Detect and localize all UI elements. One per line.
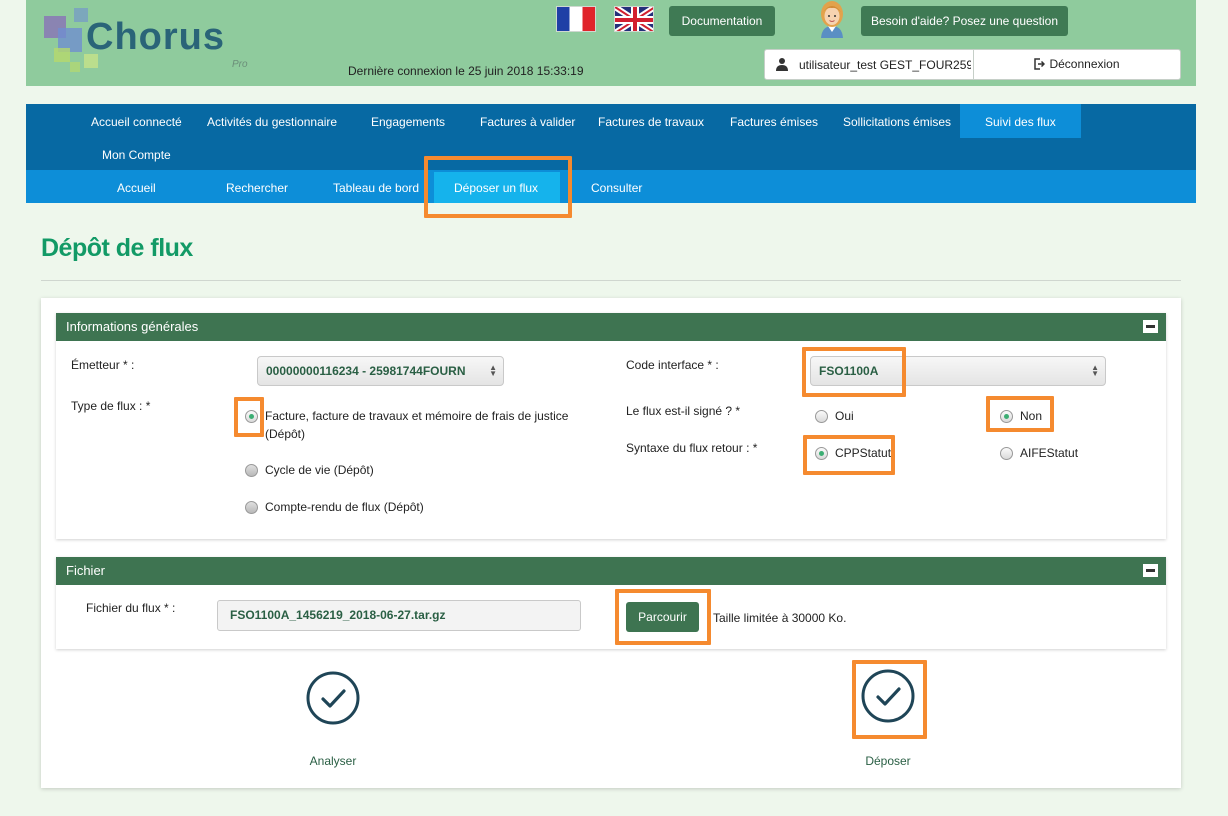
user-bar: utilisateur_test GEST_FOUR2598 Déconnexi…: [764, 49, 1181, 80]
flow-type-facture-label-line2[interactable]: (Dépôt): [265, 427, 305, 441]
emitter-select[interactable]: 00000000116234 - 25981744FOURN ▲ ▼: [257, 356, 504, 386]
user-icon: [776, 58, 788, 71]
analyze-label[interactable]: Analyser: [273, 754, 393, 768]
logo-text: Chorus: [86, 16, 225, 58]
nav-factures-emises[interactable]: Factures émises: [730, 115, 818, 129]
title-divider: [41, 280, 1181, 281]
emitter-label: Émetteur * :: [71, 358, 135, 372]
assistant-avatar-icon: [814, 0, 850, 38]
flow-type-facture-label[interactable]: Facture, facture de travaux et mémoire d…: [265, 409, 568, 423]
subnav-tableau-de-bord[interactable]: Tableau de bord: [333, 181, 419, 195]
nav-factures-de-travaux[interactable]: Factures de travaux: [598, 115, 704, 129]
chorus-pro-logo[interactable]: Chorus Pro: [40, 6, 280, 76]
flow-type-label: Type de flux : *: [71, 399, 151, 413]
main-card: Informations générales Émetteur * : 0000…: [41, 298, 1181, 788]
subnav-rechercher[interactable]: Rechercher: [226, 181, 288, 195]
highlight-syntax-cpp: [803, 435, 895, 475]
general-info-title: Informations générales: [66, 319, 199, 334]
syntax-aife-radio[interactable]: [1000, 447, 1013, 460]
size-limit-text: Taille limitée à 30000 Ko.: [713, 611, 847, 625]
flow-type-compte-rendu-label[interactable]: Compte-rendu de flux (Dépôt): [265, 500, 424, 514]
flow-type-cycle-radio[interactable]: [245, 464, 258, 477]
emitter-value: 00000000116234 - 25981744FOURN: [266, 364, 466, 378]
signed-yes-label[interactable]: Oui: [835, 409, 854, 423]
select-arrows-icon: ▲ ▼: [1091, 363, 1099, 378]
nav-engagements[interactable]: Engagements: [371, 115, 445, 129]
general-info-header: Informations générales: [56, 313, 1166, 341]
nav-sollicitations-emises[interactable]: Sollicitations émises: [843, 115, 951, 129]
logout-button[interactable]: Déconnexion: [973, 50, 1180, 79]
syntax-aife-label[interactable]: AIFEStatut: [1020, 446, 1078, 460]
nav-suivi-des-flux[interactable]: Suivi des flux: [985, 115, 1056, 129]
help-button[interactable]: Besoin d'aide? Posez une question: [861, 6, 1068, 36]
french-flag-icon[interactable]: [556, 6, 596, 32]
highlight-browse: [615, 589, 711, 645]
nav-activites-gestionnaire[interactable]: Activités du gestionnaire: [207, 115, 337, 129]
highlight-deposit: [852, 660, 927, 739]
file-title: Fichier: [66, 563, 106, 578]
file-input[interactable]: FSO1100A_1456219_2018-06-27.tar.gz: [217, 600, 581, 631]
logout-icon: [1034, 58, 1046, 70]
analyze-check-icon[interactable]: [306, 671, 360, 725]
signed-label: Le flux est-il signé ? *: [626, 404, 741, 418]
select-arrows-icon: ▲ ▼: [489, 363, 497, 378]
nav-accueil-connecte[interactable]: Accueil connecté: [91, 115, 182, 129]
flow-type-cycle-label[interactable]: Cycle de vie (Dépôt): [265, 463, 374, 477]
logo-subtext: Pro: [232, 59, 248, 70]
highlight-flow-type-facture: [234, 397, 264, 437]
nav-factures-a-valider[interactable]: Factures à valider: [480, 115, 575, 129]
highlight-signed-no: [986, 396, 1054, 432]
last-login-text: Dernière connexion le 25 juin 2018 15:33…: [348, 64, 584, 78]
deposit-label[interactable]: Déposer: [828, 754, 948, 768]
highlight-deposer-flux: [424, 156, 572, 218]
collapse-icon[interactable]: [1143, 564, 1158, 577]
main-nav: Accueil connecté Activités du gestionnai…: [26, 104, 1196, 170]
user-name[interactable]: utilisateur_test GEST_FOUR2598: [799, 58, 971, 72]
file-header: Fichier: [56, 557, 1166, 585]
flow-type-compte-rendu-radio[interactable]: [245, 501, 258, 514]
highlight-interface-code: [802, 347, 906, 397]
english-flag-icon[interactable]: [614, 6, 654, 32]
documentation-button[interactable]: Documentation: [669, 6, 775, 36]
syntax-label: Syntaxe du flux retour : *: [626, 441, 758, 455]
subnav-accueil[interactable]: Accueil: [117, 181, 156, 195]
page-title: Dépôt de flux: [41, 234, 193, 262]
file-panel: Fichier Fichier du flux * : FSO1100A_145…: [56, 557, 1166, 649]
interface-code-label: Code interface * :: [626, 358, 719, 372]
signed-yes-radio[interactable]: [815, 410, 828, 423]
sub-nav: Accueil Rechercher Tableau de bord Dépos…: [26, 170, 1196, 203]
logout-label: Déconnexion: [1049, 57, 1120, 71]
collapse-icon[interactable]: [1143, 320, 1158, 333]
file-label: Fichier du flux * :: [86, 601, 176, 615]
app-header: Chorus Pro Dernière connexion le 25 juin…: [26, 0, 1196, 86]
nav-mon-compte[interactable]: Mon Compte: [102, 148, 171, 162]
subnav-consulter[interactable]: Consulter: [591, 181, 642, 195]
